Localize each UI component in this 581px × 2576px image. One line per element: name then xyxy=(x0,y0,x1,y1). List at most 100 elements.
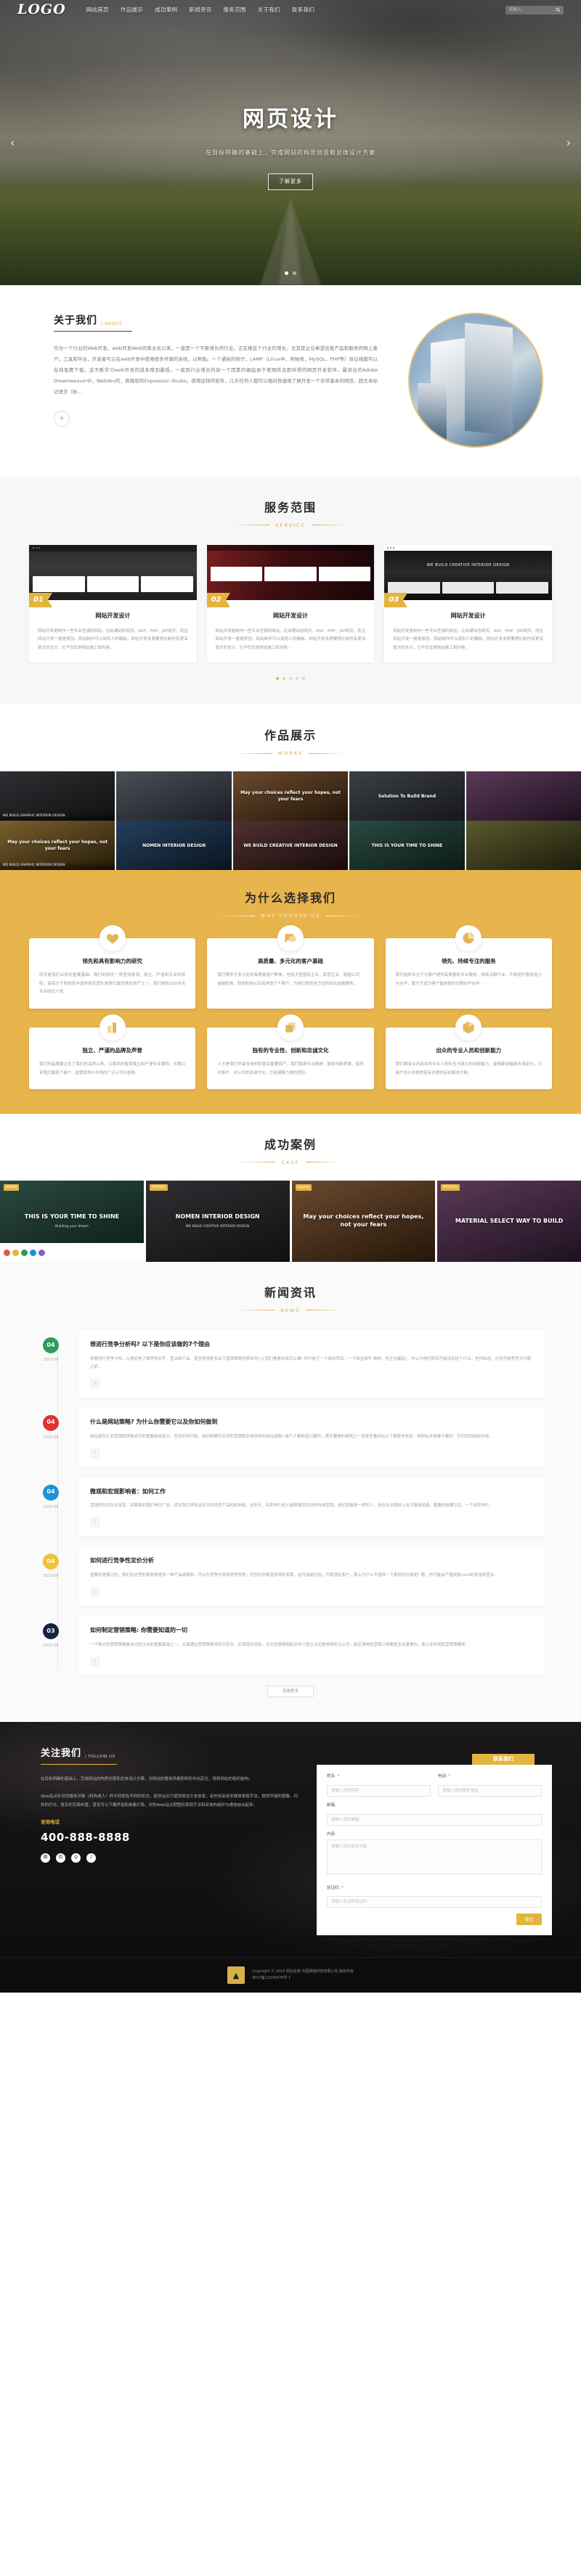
news-card[interactable]: 如何进行竞争性定价分析 重要的是要记住。我们在这里的使命是提供一种产品或服务。可… xyxy=(78,1546,545,1607)
work-tile[interactable]: WE BUILD CREATIVE INTERIOR DESIGN xyxy=(232,821,349,871)
chevron-right-icon[interactable]: › xyxy=(90,1448,100,1459)
chevron-right-icon[interactable]: › xyxy=(90,1587,100,1598)
hero-next-arrow-icon[interactable]: › xyxy=(566,136,571,149)
search-input[interactable] xyxy=(508,7,561,12)
news-card[interactable]: 如何制定营销策略: 你需要知道的一切 一个强大的营销策略是成功的企业的重要基础之… xyxy=(78,1616,545,1676)
why-card[interactable]: 领先和具有影响力的研究 研究是我们业务的重要基础。我们的研究一贯坚持客观、独立、… xyxy=(29,925,196,1009)
email-input[interactable] xyxy=(327,1813,542,1826)
why-card[interactable]: 出众的专业人员和创新能力 我们拥有业内出众的专业人员队伍与强大的创新能力，能够敏… xyxy=(385,1014,552,1090)
carousel-dot[interactable] xyxy=(302,677,305,681)
why-card[interactable]: 领先、持续专注的服务 我们始终专注于为客户提供高质量的专业服务，持续深耕行业，不… xyxy=(385,925,552,1009)
service-card-thumbnail xyxy=(29,544,197,600)
carousel-dot[interactable] xyxy=(283,677,285,681)
work-tile[interactable] xyxy=(116,771,232,821)
nav-item-cases[interactable]: 成功案例 xyxy=(155,6,177,15)
carousel-dot[interactable] xyxy=(289,677,292,681)
case-card[interactable]: Inspired May your choices reflect your h… xyxy=(291,1181,436,1263)
news-card[interactable]: 微观和宏观影响者：如何工作 营销的形式在在改变。如果最初我们停住广告，现在我们停… xyxy=(78,1477,545,1537)
works-grid: WE BUILD GRAPHIC INTERIOR DESIGN May you… xyxy=(0,771,581,871)
name-field-group: 姓名: * xyxy=(327,1773,431,1797)
work-tile[interactable] xyxy=(466,821,581,871)
news-date: 04 2023-08 xyxy=(36,1408,65,1467)
work-tile-text: May your choices reflect your hopes, not… xyxy=(240,789,341,803)
works-title: 作品展示 xyxy=(264,729,317,743)
service-card-body: 网站开发是制作一些专业性强的网站，比如通动态网页、ASP、PHP、JSP网页。而… xyxy=(38,628,188,650)
site-logo[interactable]: LOGO xyxy=(17,0,66,21)
news-item-body: 网站是您企业营销和销售成功的重要组成部分。但您如何开始、如何构建符合您的营销和业… xyxy=(90,1434,493,1439)
pie-chart-icon xyxy=(455,925,482,952)
news-day: 04 xyxy=(43,1337,59,1354)
news-day: 03 xyxy=(43,1623,59,1640)
copyright-text: Copyright © 2023 网站名称 中国网络科技有限公司 版权所有 京I… xyxy=(252,1969,354,1982)
hero-cta-button[interactable]: 了解更多 xyxy=(268,173,313,191)
nav-item-news[interactable]: 新闻资讯 xyxy=(189,6,211,15)
why-card[interactable]: 高质量、多元化的客户基础 我们服务于多元化的高质量客户群体，包括大型国有企业、民… xyxy=(207,925,374,1009)
news-item[interactable]: 04 2023-08 什么是网站策略? 为什么你需要它以及你如何做到 网站是您企… xyxy=(36,1407,545,1467)
captcha-input[interactable] xyxy=(327,1896,542,1908)
nav-item-service[interactable]: 服务范围 xyxy=(224,6,246,15)
news-card[interactable]: 什么是网站策略? 为什么你需要它以及你如何做到 网站是您企业营销和销售成功的重要… xyxy=(78,1407,545,1467)
why-card-title: 高质量、多元化的客户基础 xyxy=(257,958,323,965)
wechat-icon[interactable]: 信 xyxy=(56,1853,65,1863)
case-card[interactable]: MATERIAL MATERIAL SELECT WAY TO BUILD xyxy=(437,1181,581,1263)
nav-item-home[interactable]: 网站首页 xyxy=(86,6,109,15)
search-icon[interactable] xyxy=(556,7,561,12)
service-card[interactable]: 02 网站开发设计 网站开发是制作一些专业性强的网站，比如通动态网页、ASP、P… xyxy=(206,544,375,663)
case-title: NOMEN INTERIOR DESIGN xyxy=(175,1213,260,1221)
carousel-dot[interactable] xyxy=(296,677,298,681)
nav-item-works[interactable]: 作品展示 xyxy=(121,6,143,15)
news-item[interactable]: 04 2023-08 微观和宏观影响者：如何工作 营销的形式在在改变。如果最初我… xyxy=(36,1477,545,1537)
news-day: 04 xyxy=(43,1414,59,1431)
work-tile[interactable] xyxy=(466,771,581,821)
news-heading: 新闻资讯 NEWS xyxy=(0,1284,581,1314)
news-day: 04 xyxy=(43,1484,59,1501)
why-card-body: 我们拥有业内出众的专业人员队伍与强大的创新能力，能够敏锐捕捉市场变化，为客户设计… xyxy=(395,1062,542,1075)
news-item[interactable]: 04 2023-08 如何进行竞争性定价分析 重要的是要记住。我们在这里的使命是… xyxy=(36,1546,545,1607)
case-title: May your choices reflect your hopes, not… xyxy=(303,1213,424,1228)
chevron-right-icon[interactable]: › xyxy=(90,1517,100,1528)
work-tile[interactable]: May your choices reflect your hopes, not… xyxy=(232,771,349,821)
news-more-button[interactable]: 查看更多 xyxy=(267,1686,314,1698)
case-card[interactable]: DESIGN THIS IS YOUR TIME TO SHINE Buildi… xyxy=(0,1181,144,1263)
about-more-button[interactable]: + xyxy=(54,411,70,427)
submit-button[interactable]: 提交 xyxy=(516,1913,542,1926)
service-card[interactable]: 01 网站开发设计 网站开发是制作一些专业性强的网站，比如通动态网页、ASP、P… xyxy=(29,544,197,663)
qq-icon[interactable]: Q xyxy=(71,1853,81,1863)
work-tile[interactable]: THIS IS YOUR TIME TO SHINE xyxy=(349,821,465,871)
carousel-dot[interactable] xyxy=(276,677,279,681)
phone-input[interactable] xyxy=(438,1784,542,1797)
work-tile[interactable]: WE BUILD GRAPHIC INTERIOR DESIGN xyxy=(0,771,115,821)
work-tile[interactable]: NOMEN INTERIOR DESIGN xyxy=(116,821,232,871)
service-card[interactable]: WE BUILD CREATIVE INTERIOR DESIGN 03 网站开… xyxy=(384,544,553,663)
chevron-right-icon[interactable]: › xyxy=(90,1657,100,1668)
nav-item-about[interactable]: 关于我们 xyxy=(258,6,280,15)
content-label: 内容: xyxy=(327,1831,336,1837)
work-tile[interactable]: Solution To Build Brand xyxy=(349,771,465,821)
work-tile-text: WE BUILD CREATIVE INTERIOR DESIGN xyxy=(243,842,338,848)
hero-prev-arrow-icon[interactable]: ‹ xyxy=(10,136,15,149)
why-card-grid: 领先和具有影响力的研究 研究是我们业务的重要基础。我们的研究一贯坚持客观、独立、… xyxy=(29,925,552,1090)
content-textarea[interactable] xyxy=(327,1839,542,1875)
work-tile[interactable]: May your choices reflect your hopes, not… xyxy=(0,821,115,871)
footer-tel-number: 400-888-8888 xyxy=(41,1830,130,1844)
service-card-badge: 03 xyxy=(384,592,408,607)
cases-title: 成功案例 xyxy=(264,1138,317,1152)
news-item[interactable]: 04 2023-08 想进行竞争分析吗? 以下是你应该做的7个理由 你想进行竞争… xyxy=(36,1330,545,1398)
hero-dot[interactable] xyxy=(285,271,288,275)
chevron-right-icon[interactable]: › xyxy=(90,1378,100,1389)
nav-item-contact[interactable]: 联系我们 xyxy=(292,6,314,15)
service-card-body: 网站开发是制作一些专业性强的网站，比如通动态网页、ASP、PHP、JSP网页。而… xyxy=(215,628,366,650)
weibo-icon[interactable]: 微 xyxy=(41,1853,50,1863)
why-heading: 为什么选择我们 WHY CHOOSE US xyxy=(0,889,581,919)
search-box[interactable] xyxy=(505,5,564,15)
name-input[interactable] xyxy=(327,1784,431,1797)
why-card[interactable]: 独立、严谨的品牌及声誉 我们的品牌建立在了我们的品质以来，以稳本的客观独立和严谨… xyxy=(29,1014,196,1090)
why-title: 为什么选择我们 xyxy=(244,891,336,906)
why-card[interactable]: 独有的专业性、创新和忠诚文化 人才是我们中最宝贵的财富及重要资产。我们强调专业精… xyxy=(207,1014,374,1090)
douyin-icon[interactable]: ♪ xyxy=(86,1853,96,1863)
hero-dot[interactable] xyxy=(293,271,296,275)
contact-form: 姓名: * 电话: * 邮箱: 内容: xyxy=(317,1765,552,1936)
news-card[interactable]: 想进行竞争分析吗? 以下是你应该做的7个理由 你想进行竞争分析，以更好地了解竞争… xyxy=(78,1330,545,1398)
case-card[interactable]: INTERIOR NOMEN INTERIOR DESIGN WE BUILD … xyxy=(145,1181,290,1263)
news-item[interactable]: 03 2023-08 如何制定营销策略: 你需要知道的一切 一个强大的营销策略是… xyxy=(36,1616,545,1676)
